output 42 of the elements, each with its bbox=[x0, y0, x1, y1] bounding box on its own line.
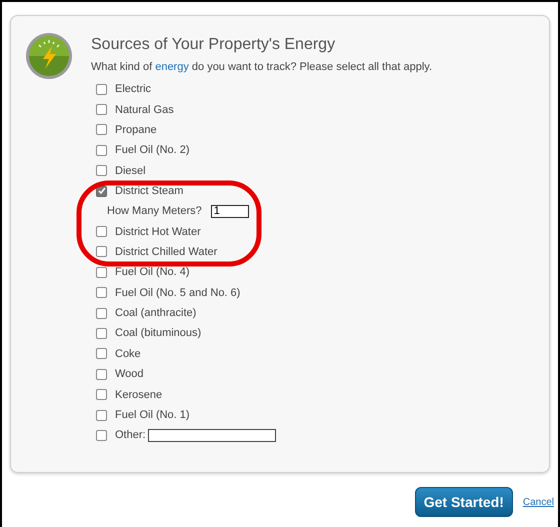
source-label: Propane bbox=[115, 124, 157, 136]
checkbox[interactable] bbox=[96, 410, 107, 421]
source-label: Fuel Oil (No. 5 and No. 6) bbox=[115, 286, 240, 299]
checkbox[interactable] bbox=[96, 308, 107, 319]
checkbox[interactable] bbox=[96, 84, 107, 95]
meters-label: How Many Meters? bbox=[107, 205, 202, 218]
checkbox[interactable] bbox=[96, 430, 107, 441]
source-label: Coke bbox=[115, 348, 141, 360]
source-label: Natural Gas bbox=[115, 104, 174, 116]
source-label: Fuel Oil (No. 2) bbox=[115, 144, 190, 156]
source-label: Fuel Oil (No. 4) bbox=[115, 266, 190, 278]
cancel-link[interactable]: Cancel bbox=[522, 496, 554, 508]
source-label: Wood bbox=[115, 368, 144, 380]
checkbox[interactable] bbox=[96, 246, 107, 258]
panel-title: Sources of Your Property's Energy bbox=[91, 36, 336, 54]
checkbox[interactable] bbox=[96, 144, 107, 156]
source-label: Coal (anthracite) bbox=[115, 307, 196, 320]
source-label: Coal (bituminous) bbox=[115, 327, 202, 340]
question-text: What kind of energy do you want to track? Please select all that apply. bbox=[91, 61, 432, 73]
get-started-button[interactable]: Get Started! bbox=[414, 487, 513, 517]
source-label: District Hot Water bbox=[115, 226, 201, 238]
source-label: Kerosene bbox=[115, 388, 162, 401]
source-label: Fuel Oil (No. 1) bbox=[115, 409, 190, 422]
meters-field[interactable]: 1 bbox=[210, 204, 249, 218]
checkbox[interactable] bbox=[96, 287, 107, 298]
checkbox[interactable] bbox=[96, 389, 107, 400]
source-label: Diesel bbox=[115, 164, 146, 177]
checkbox[interactable] bbox=[96, 165, 107, 176]
checkbox[interactable] bbox=[96, 348, 107, 360]
checkbox[interactable] bbox=[96, 226, 107, 238]
source-label: Electric bbox=[115, 83, 152, 96]
source-label: Other: bbox=[115, 429, 146, 442]
checkbox[interactable] bbox=[96, 328, 107, 339]
source-label: District Chilled Water bbox=[115, 246, 218, 258]
checkbox[interactable] bbox=[96, 104, 107, 116]
checkbox[interactable] bbox=[96, 368, 107, 380]
other-field[interactable] bbox=[148, 428, 276, 442]
energy-link[interactable]: energy bbox=[155, 61, 189, 73]
lightning-gauge-icon bbox=[25, 32, 73, 80]
checkbox[interactable] bbox=[96, 266, 107, 278]
checkbox[interactable] bbox=[96, 124, 107, 136]
source-label: District Steam bbox=[115, 185, 184, 198]
